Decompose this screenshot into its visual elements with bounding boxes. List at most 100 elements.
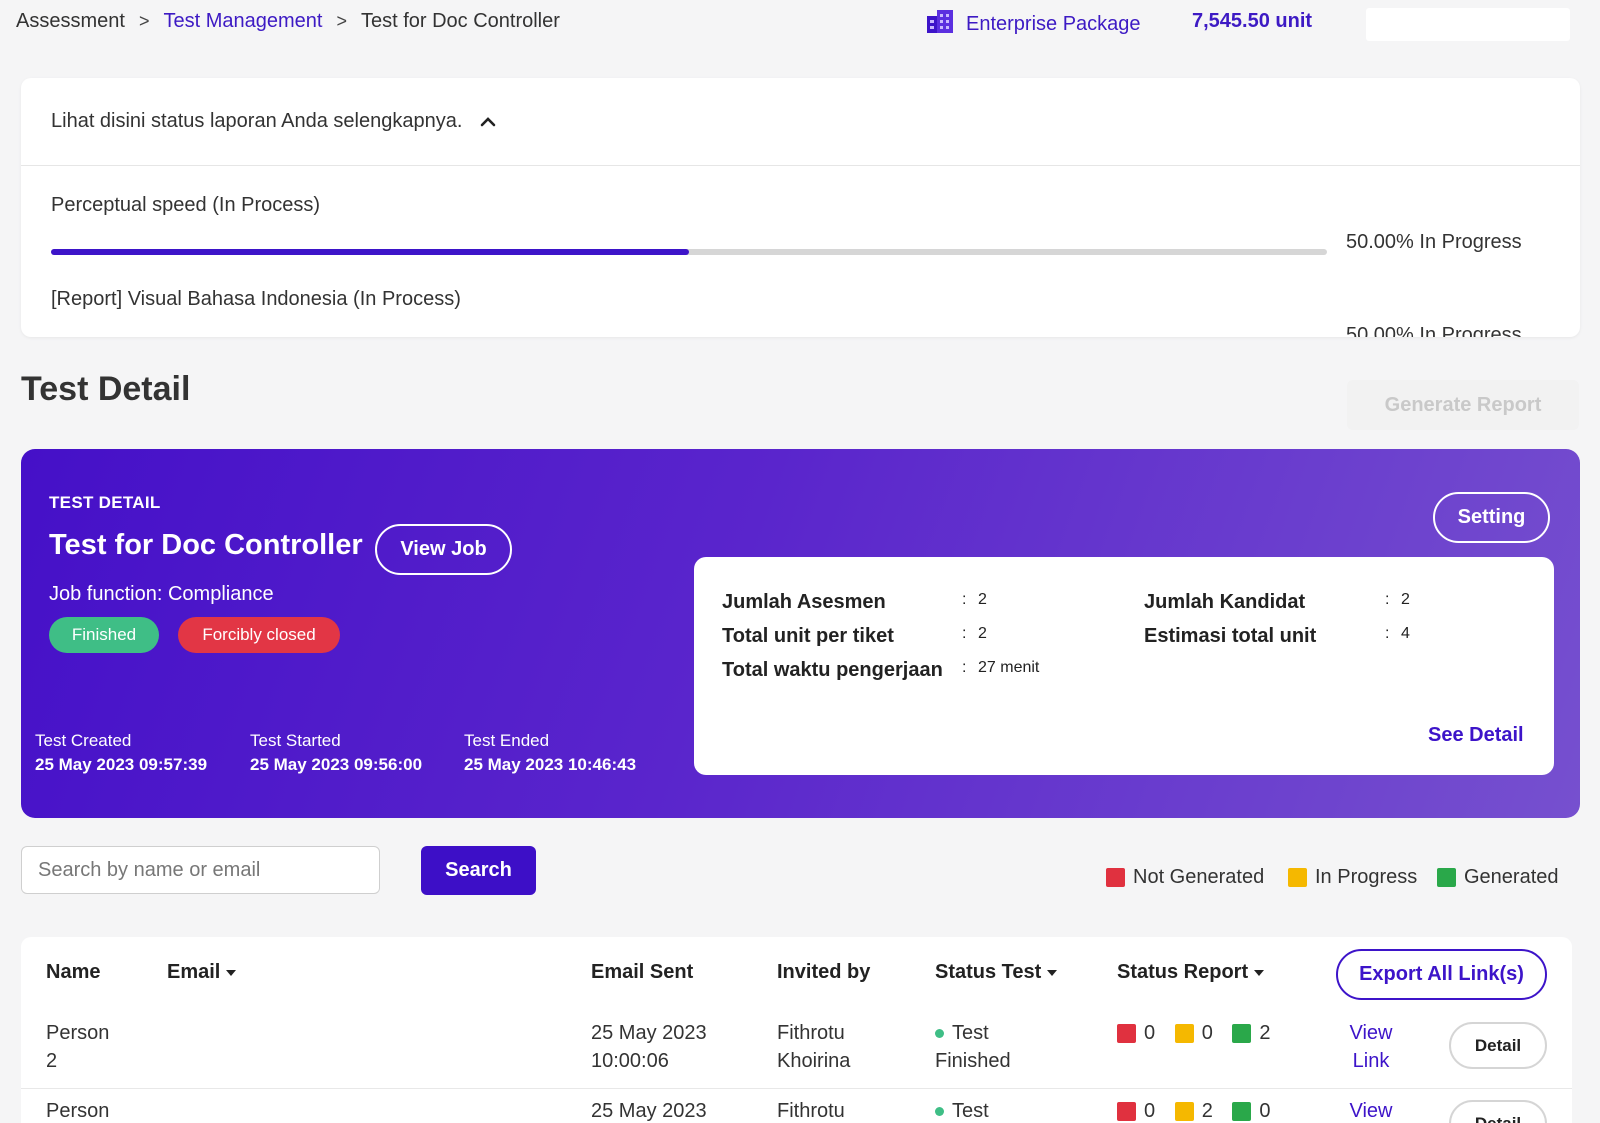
view-link[interactable]: View xyxy=(1339,1097,1403,1123)
report-yellow-icon xyxy=(1174,1023,1194,1043)
report-yellow-icon xyxy=(1174,1101,1194,1121)
header-label: Status Report xyxy=(1117,961,1249,983)
header-label: Email xyxy=(167,961,221,983)
status-dot-icon xyxy=(935,1029,944,1039)
user-menu[interactable] xyxy=(1366,8,1570,41)
breadcrumb-test-management[interactable]: Test Management xyxy=(163,10,322,33)
report-green-icon xyxy=(1232,1023,1252,1043)
cell-text: Person xyxy=(46,1100,110,1122)
jumlah-kandidat-label: Jumlah Kandidat xyxy=(1144,591,1306,613)
cell-name: Person xyxy=(46,1097,109,1123)
report-status-panel: Lihat disini status laporan Anda selengk… xyxy=(21,78,1580,337)
detail-button[interactable]: Detail xyxy=(1449,1100,1547,1123)
header-label: Invited by xyxy=(777,961,871,983)
cell-name: Person 2 xyxy=(46,1019,109,1075)
generate-report-button[interactable]: Generate Report xyxy=(1347,380,1579,430)
cell-text: Khoirina xyxy=(777,1050,851,1072)
cell-status-test: Test Finished xyxy=(935,1019,1011,1075)
package-info[interactable]: Enterprise Package xyxy=(926,8,1141,40)
legend-swatch-green xyxy=(1437,868,1456,887)
progress-text: 50.00% In Progress xyxy=(1346,324,1522,337)
progress-text: 50.00% In Progress xyxy=(1346,231,1522,253)
test-created-label: Test Created xyxy=(35,731,132,750)
cell-text: Test xyxy=(952,1100,989,1122)
chevron-right-icon: > xyxy=(336,11,347,31)
colon: : xyxy=(962,659,967,676)
column-header-status-test[interactable]: Status Test xyxy=(935,961,1058,984)
job-function: Job function: Compliance xyxy=(49,583,274,605)
colon: : xyxy=(962,591,967,608)
report-count: 0 xyxy=(1144,1022,1156,1044)
chevron-up-icon xyxy=(480,110,496,133)
report-red-icon xyxy=(1117,1101,1136,1121)
legend-swatch-red xyxy=(1106,868,1125,887)
report-status-toggle[interactable]: Lihat disini status laporan Anda selengk… xyxy=(21,78,1580,166)
cell-text: Person xyxy=(46,1022,110,1044)
breadcrumb-current: Test for Doc Controller xyxy=(360,10,560,32)
status-badge-finished: Finished xyxy=(49,617,159,653)
total-waktu-value: 27 menit xyxy=(978,659,1040,676)
cell-status-report: 0 0 2 xyxy=(1117,1019,1285,1051)
cell-text: View xyxy=(1349,1100,1393,1122)
test-created-value: 25 May 2023 09:57:39 xyxy=(35,755,208,774)
view-link[interactable]: View Link xyxy=(1339,1019,1403,1075)
report-count: 0 xyxy=(1144,1100,1156,1122)
detail-button[interactable]: Detail xyxy=(1449,1022,1547,1069)
cell-text: Fithrotu xyxy=(777,1100,845,1122)
colon: : xyxy=(1385,625,1390,642)
cell-text: Test xyxy=(952,1022,989,1044)
caret-down-icon xyxy=(1047,969,1058,976)
colon: : xyxy=(1385,591,1390,608)
cell-text: 10:00:06 xyxy=(591,1050,669,1072)
column-header-status-report[interactable]: Status Report xyxy=(1117,961,1265,984)
legend-generated: Generated xyxy=(1437,866,1559,889)
legend-label: Not Generated xyxy=(1133,866,1265,888)
export-all-links-button[interactable]: Export All Link(s) xyxy=(1336,949,1547,1000)
search-input[interactable] xyxy=(21,846,380,894)
legend-in-progress: In Progress xyxy=(1288,866,1417,889)
breadcrumb: Assessment > Test Management > Test for … xyxy=(16,10,560,33)
report-count: 0 xyxy=(1201,1022,1213,1044)
colon: : xyxy=(962,625,967,642)
report-count: 2 xyxy=(1201,1100,1213,1122)
estimasi-unit-value: 4 xyxy=(1401,625,1410,642)
jumlah-asesmen-label: Jumlah Asesmen xyxy=(722,591,886,613)
cell-status-test: Test xyxy=(935,1097,989,1123)
view-job-button[interactable]: View Job xyxy=(375,524,512,575)
header-label: Name xyxy=(46,961,101,983)
column-header-email[interactable]: Email xyxy=(167,961,237,984)
test-ended-label: Test Ended xyxy=(464,731,550,750)
status-dot-icon xyxy=(935,1107,944,1117)
setting-button[interactable]: Setting xyxy=(1433,492,1550,543)
header-label: Email Sent xyxy=(591,961,694,983)
page-title: Test Detail xyxy=(21,370,191,408)
column-header-invited-by: Invited by xyxy=(777,961,870,984)
hero-kicker: TEST DETAIL xyxy=(49,493,161,512)
cell-invited-by: Fithrotu xyxy=(777,1097,845,1123)
column-header-email-sent: Email Sent xyxy=(591,961,693,984)
report-count: 0 xyxy=(1259,1100,1271,1122)
search-button[interactable]: Search xyxy=(421,846,536,895)
see-detail-link[interactable]: See Detail xyxy=(1428,724,1524,747)
cell-invited-by: Fithrotu Khoirina xyxy=(777,1019,850,1075)
total-unit-tiket-label: Total unit per tiket xyxy=(722,625,894,647)
legend-label: In Progress xyxy=(1315,866,1418,888)
total-unit-tiket-value: 2 xyxy=(978,625,987,642)
progress-bar-fill xyxy=(51,249,689,255)
cell-email-sent: 25 May 2023 10:00:06 xyxy=(591,1019,707,1075)
test-ended-value: 25 May 2023 10:46:43 xyxy=(464,755,637,774)
caret-down-icon xyxy=(226,969,237,976)
cell-text: Finished xyxy=(935,1050,1011,1072)
progress-bar xyxy=(51,249,1327,255)
total-waktu-label: Total waktu pengerjaan xyxy=(722,659,943,681)
header-label: Status Test xyxy=(935,961,1042,983)
package-label: Enterprise Package xyxy=(966,12,1141,35)
cell-text: View xyxy=(1349,1022,1393,1044)
legend-label: Generated xyxy=(1464,866,1559,888)
breadcrumb-assessment[interactable]: Assessment xyxy=(16,10,125,33)
building-icon xyxy=(926,8,956,40)
cell-text: 25 May 2023 xyxy=(591,1100,707,1122)
test-name: Test for Doc Controller xyxy=(49,529,363,561)
test-summary-card: Jumlah Asesmen : 2 Total unit per tiket … xyxy=(694,557,1554,775)
jumlah-asesmen-value: 2 xyxy=(978,591,987,608)
